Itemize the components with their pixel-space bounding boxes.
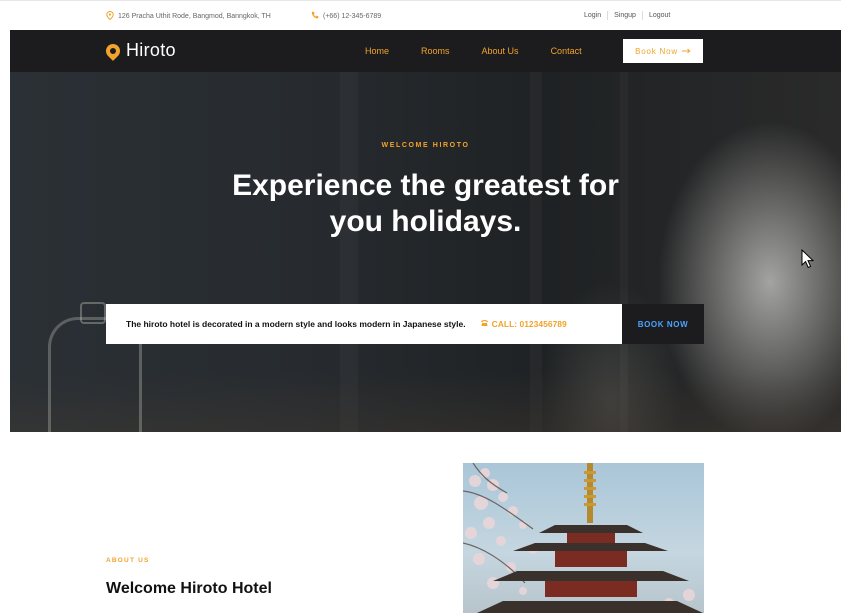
page: 126 Pracha Uthit Rode, Bangmod, Banngkok… bbox=[0, 0, 841, 613]
arrow-right-icon bbox=[681, 47, 691, 56]
nav-links: Home Rooms About Us Contact bbox=[365, 46, 614, 56]
location-pin-icon bbox=[106, 10, 114, 22]
map-pin-icon bbox=[103, 40, 123, 61]
about-eyebrow: ABOUT US bbox=[106, 557, 150, 564]
phone-icon bbox=[311, 11, 319, 21]
hero-info-text: The hiroto hotel is decorated in a moder… bbox=[126, 319, 466, 329]
hero-title-line: you holidays. bbox=[329, 205, 522, 238]
login-link[interactable]: Login bbox=[584, 12, 601, 19]
address-text: 126 Pracha Uthit Rode, Bangmod, Banngkok… bbox=[118, 13, 271, 20]
hero-info-panel: The hiroto hotel is decorated in a moder… bbox=[106, 304, 622, 344]
book-now-label: Book Now bbox=[635, 46, 678, 56]
auth-links: Login Singup Logout bbox=[584, 11, 670, 20]
hero-eyebrow: WELCOME HIROTO bbox=[381, 142, 470, 149]
phone-info: (+66) 12-345-6789 bbox=[311, 11, 381, 21]
logout-link[interactable]: Logout bbox=[649, 12, 670, 19]
nav-link-about-us[interactable]: About Us bbox=[482, 46, 519, 56]
call-info[interactable]: CALL: 0123456789 bbox=[480, 319, 567, 329]
address-info: 126 Pracha Uthit Rode, Bangmod, Banngkok… bbox=[106, 10, 271, 22]
brand-logo[interactable]: Hiroto bbox=[103, 40, 176, 61]
nav-link-home[interactable]: Home bbox=[365, 46, 389, 56]
book-now-button[interactable]: Book Now bbox=[623, 39, 703, 63]
hero-title: Experience the greatest for you holidays… bbox=[10, 168, 841, 240]
brand-name: Hiroto bbox=[126, 40, 176, 60]
hero-section: WELCOME HIROTO Experience the greatest f… bbox=[10, 72, 841, 432]
signup-link[interactable]: Singup bbox=[614, 12, 636, 19]
hero-info-bar: The hiroto hotel is decorated in a moder… bbox=[106, 304, 704, 344]
hero-book-now-button[interactable]: BOOK NOW bbox=[622, 304, 704, 344]
nav-link-rooms[interactable]: Rooms bbox=[421, 46, 450, 56]
pagoda-image bbox=[463, 463, 704, 613]
hero-title-line: Experience the greatest for bbox=[232, 169, 619, 202]
mouse-pointer-icon bbox=[801, 248, 815, 269]
divider bbox=[607, 11, 609, 20]
divider bbox=[641, 11, 643, 20]
main-navbar: Hiroto Home Rooms About Us Contact Book … bbox=[10, 30, 841, 72]
nav-link-contact[interactable]: Contact bbox=[551, 46, 582, 56]
phone-text: (+66) 12-345-6789 bbox=[323, 12, 382, 20]
about-title: Welcome Hiroto Hotel bbox=[106, 580, 272, 597]
phone-icon bbox=[480, 319, 489, 329]
top-info-bar: 126 Pracha Uthit Rode, Bangmod, Banngkok… bbox=[0, 0, 841, 30]
call-number: CALL: 0123456789 bbox=[491, 319, 567, 329]
